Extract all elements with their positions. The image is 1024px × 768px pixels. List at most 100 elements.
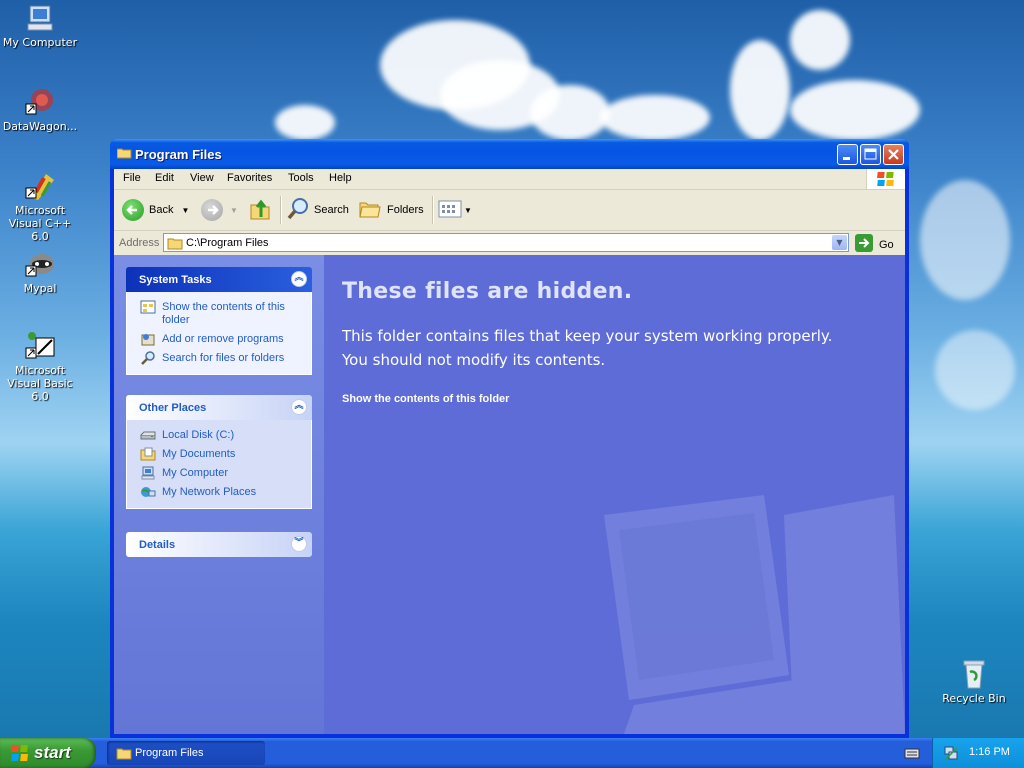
details-header[interactable]: Details ︾ bbox=[126, 532, 312, 557]
menu-bar: File Edit View Favorites Tools Help bbox=[114, 169, 905, 190]
cloud bbox=[920, 180, 1010, 300]
show-contents-icon bbox=[140, 300, 156, 314]
system-tasks-header[interactable]: System Tasks ︽ bbox=[126, 267, 312, 292]
menu-favorites[interactable]: Favorites bbox=[227, 172, 272, 184]
add-remove-programs-icon bbox=[140, 332, 156, 346]
search-label: Search bbox=[314, 204, 349, 216]
computer-icon bbox=[24, 2, 56, 34]
desktop-icon-label: DataWagon... bbox=[2, 120, 78, 133]
place-label: My Computer bbox=[162, 467, 229, 479]
cloud bbox=[530, 85, 610, 140]
keyboard-icon[interactable] bbox=[904, 746, 920, 763]
forward-button[interactable]: ▼ bbox=[201, 196, 238, 224]
up-folder-button[interactable] bbox=[249, 196, 273, 224]
show-contents-link[interactable]: Show the contents of this folder bbox=[342, 393, 509, 405]
desktop-icon-mypal[interactable]: Mypal bbox=[0, 248, 80, 295]
menu-tools[interactable]: Tools bbox=[288, 172, 314, 184]
maximize-icon bbox=[864, 148, 877, 160]
task-label: Show the contents of this folder bbox=[162, 301, 285, 326]
task-add-remove-programs[interactable]: Add or remove programs bbox=[127, 330, 311, 349]
address-input[interactable]: C:\Program Files ▼ bbox=[163, 233, 849, 252]
desktop-icon-my-computer[interactable]: My Computer bbox=[0, 2, 80, 49]
place-my-computer[interactable]: My Computer bbox=[127, 464, 311, 483]
address-label: Address bbox=[119, 237, 160, 249]
folders-button[interactable]: Folders bbox=[358, 196, 424, 224]
forward-dropdown-icon[interactable]: ▼ bbox=[230, 206, 238, 215]
menu-view[interactable]: View bbox=[190, 172, 214, 184]
task-pane: System Tasks ︽ Show the contents of this… bbox=[114, 255, 324, 734]
system-tray: 1:16 PM bbox=[932, 738, 1024, 768]
views-button[interactable]: ▼ bbox=[438, 196, 472, 224]
start-button[interactable]: start bbox=[0, 738, 96, 768]
close-button[interactable] bbox=[883, 144, 904, 165]
cloud bbox=[275, 105, 335, 140]
content-area: System Tasks ︽ Show the contents of this… bbox=[114, 255, 905, 734]
address-dropdown-icon[interactable]: ▼ bbox=[832, 235, 847, 250]
hidden-files-message-line2: You should not modify its contents. bbox=[342, 351, 606, 369]
window-client: File Edit View Favorites Tools Help Back… bbox=[114, 169, 905, 734]
other-places-group: Other Places ︽ Local Disk (C:) My Docume… bbox=[126, 395, 312, 509]
place-my-documents[interactable]: My Documents bbox=[127, 445, 311, 464]
task-label: Add or remove programs bbox=[162, 333, 284, 345]
views-icon bbox=[438, 197, 462, 224]
collapse-icon[interactable]: ︽ bbox=[291, 271, 307, 287]
task-search-files[interactable]: Search for files or folders bbox=[127, 349, 311, 368]
minimize-button[interactable] bbox=[837, 144, 858, 165]
desktop-icon-label: My Computer bbox=[2, 36, 78, 49]
close-icon bbox=[888, 149, 899, 160]
folder-icon bbox=[167, 236, 183, 253]
visual-cpp-icon bbox=[24, 170, 56, 202]
back-label: Back bbox=[149, 204, 174, 216]
back-dropdown-icon[interactable]: ▼ bbox=[181, 206, 189, 215]
maximize-button[interactable] bbox=[860, 144, 881, 165]
menu-file[interactable]: File bbox=[123, 172, 141, 184]
mypal-icon bbox=[24, 248, 56, 280]
menu-edit[interactable]: Edit bbox=[155, 172, 174, 184]
desktop-icon-datawagon[interactable]: DataWagon... bbox=[0, 86, 80, 133]
taskbar-button-program-files[interactable]: Program Files bbox=[107, 741, 265, 765]
address-value: C:\Program Files bbox=[186, 237, 269, 249]
title-bar[interactable]: Program Files bbox=[110, 139, 909, 169]
back-button[interactable]: Back ▼ bbox=[122, 196, 189, 224]
go-label: Go bbox=[879, 238, 894, 251]
details-title: Details bbox=[139, 539, 176, 551]
task-show-contents[interactable]: Show the contents of this folder bbox=[127, 298, 311, 330]
place-local-disk[interactable]: Local Disk (C:) bbox=[127, 426, 311, 445]
network-tray-icon[interactable] bbox=[943, 745, 959, 764]
folders-label: Folders bbox=[387, 204, 424, 216]
folder-icon bbox=[116, 147, 132, 159]
collapse-icon[interactable]: ︽ bbox=[291, 399, 307, 415]
cloud bbox=[790, 80, 920, 140]
desktop-icon-visual-cpp[interactable]: Microsoft Visual C++ 6.0 bbox=[0, 170, 80, 243]
taskbar-button-label: Program Files bbox=[135, 747, 204, 759]
menu-help[interactable]: Help bbox=[329, 172, 352, 184]
search-button[interactable]: Search bbox=[286, 196, 349, 224]
go-button[interactable]: Go bbox=[855, 234, 894, 255]
toolbar-separator bbox=[280, 196, 282, 224]
other-places-title: Other Places bbox=[139, 402, 207, 414]
expand-icon[interactable]: ︾ bbox=[291, 536, 307, 552]
place-my-network-places[interactable]: My Network Places bbox=[127, 483, 311, 502]
window-title: Program Files bbox=[135, 147, 222, 162]
desktop-icon-label: Microsoft Visual Basic 6.0 bbox=[7, 364, 73, 403]
datawagon-icon bbox=[24, 86, 56, 118]
hidden-files-heading: These files are hidden. bbox=[342, 279, 633, 304]
folder-icon bbox=[116, 746, 132, 763]
documents-folder-icon bbox=[140, 447, 156, 461]
views-dropdown-icon: ▼ bbox=[464, 205, 472, 215]
clock[interactable]: 1:16 PM bbox=[969, 746, 1010, 758]
search-icon bbox=[140, 351, 156, 365]
toolbar: Back ▼ ▼ Search Folders ▼ bbox=[114, 190, 905, 231]
forward-arrow-icon bbox=[201, 199, 223, 221]
minimize-icon bbox=[843, 157, 850, 160]
desktop-icon-visual-basic[interactable]: Microsoft Visual Basic 6.0 bbox=[0, 330, 80, 403]
other-places-header[interactable]: Other Places ︽ bbox=[126, 395, 312, 420]
place-label: My Network Places bbox=[162, 486, 257, 498]
desktop-icon-recycle-bin[interactable]: Recycle Bin bbox=[934, 658, 1014, 705]
search-icon bbox=[286, 197, 310, 224]
hidden-files-message-line1: This folder contains files that keep you… bbox=[342, 327, 833, 345]
hidden-files-pane: These files are hidden. This folder cont… bbox=[324, 255, 905, 734]
desktop-icon-label: Microsoft Visual C++ 6.0 bbox=[8, 204, 72, 243]
task-label: Search for files or folders bbox=[162, 352, 285, 364]
desktop-icon-label: Mypal bbox=[23, 282, 57, 295]
